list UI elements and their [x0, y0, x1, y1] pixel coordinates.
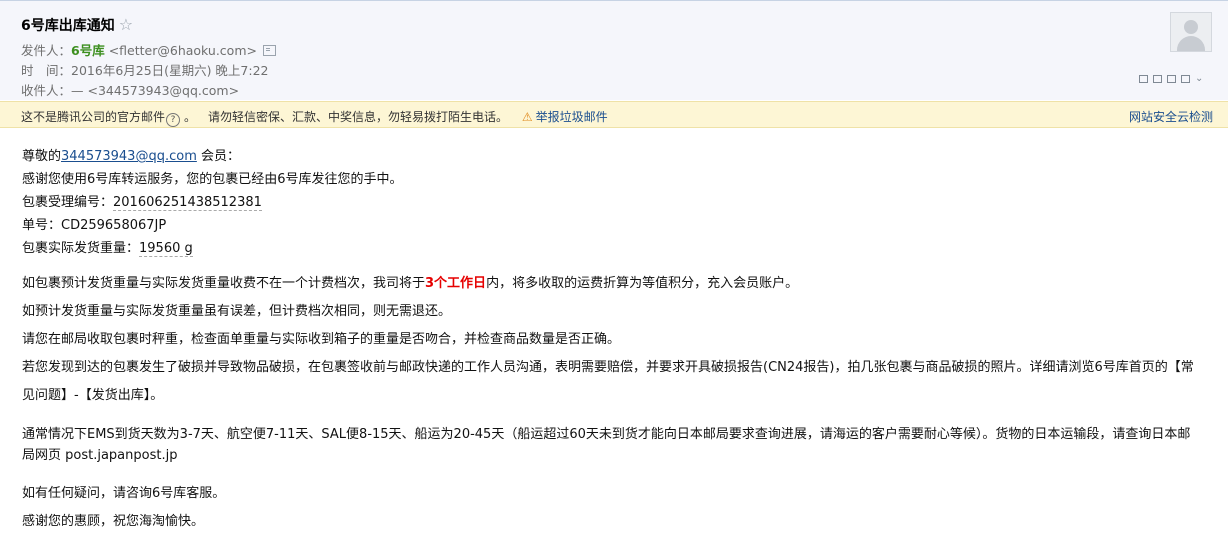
avatar-head — [1184, 20, 1198, 34]
report-spam-link[interactable]: ⚠ 举报垃圾邮件 — [522, 110, 608, 124]
fullscreen-icon[interactable] — [1153, 75, 1162, 83]
avatar-icon[interactable] — [1170, 12, 1212, 52]
accept-label: 包裹受理编号： — [22, 195, 114, 210]
closing-line: 感谢您的惠顾，祝您海淘愉快。 — [22, 514, 205, 529]
time-label: 时 间： — [21, 63, 72, 78]
accept-number-line: 包裹受理编号：201606251438512381 — [22, 191, 1202, 214]
subject-text: 6号库出库通知 — [21, 18, 115, 34]
weight-value: 19560 g — [139, 241, 193, 257]
security-warning-bar: 这不是腾讯公司的官方邮件?。请勿轻信密保、汇款、中奖信息，勿轻易拨打陌生电话。 … — [0, 101, 1228, 128]
to-label: 收件人： — [21, 83, 72, 98]
print-icon[interactable] — [1181, 75, 1190, 83]
damage-report-paragraph: 若您发现到达的包裹发生了破损并导致物品破损，在包裹签收前与邮政快递的工作人员沟通… — [22, 360, 1194, 403]
to-row: 收件人：— <344573943@qq.com> — [21, 80, 239, 99]
mail-body: 尊敬的344573943@qq.com 会员： 感谢您使用6号库转运服务，您的包… — [22, 145, 1202, 536]
thanks-line: 感谢您使用6号库转运服务，您的包裹已经由6号库发往您的手中。 — [22, 172, 403, 187]
accept-number: 201606251438512381 — [113, 195, 262, 211]
warning-text: 这不是腾讯公司的官方邮件 — [21, 110, 166, 124]
contact-card-icon[interactable] — [262, 45, 276, 56]
warning-text-row: 这不是腾讯公司的官方邮件?。请勿轻信密保、汇款、中奖信息，勿轻易拨打陌生电话。 … — [21, 110, 608, 127]
avatar-body — [1177, 36, 1205, 51]
same-tier-line: 如预计发货重量与实际发货重量虽有误差，但计费档次相同，则无需退还。 — [22, 304, 452, 319]
weight-label: 包裹实际发货重量： — [22, 241, 140, 256]
from-label: 发件人： — [21, 43, 72, 58]
tracking-label: 单号： — [22, 218, 62, 233]
header-toolbar: ⌄ — [1139, 74, 1203, 84]
weigh-check-line: 请您在邮局收取包裹时秤重，检查面单重量与实际收到箱子的重量是否吻合，并检查商品数… — [22, 332, 621, 347]
new-window-icon[interactable] — [1139, 75, 1148, 83]
from-row: 发件人：6号库 <fletter@6haoku.com> — [21, 40, 276, 59]
greeting: 尊敬的344573943@qq.com 会员： — [22, 145, 1202, 168]
tracking-number: CD259658067JP — [61, 218, 167, 233]
weight-line: 包裹实际发货重量：19560 g — [22, 237, 1202, 260]
sender-email[interactable]: <fletter@6haoku.com> — [109, 43, 257, 58]
recipient[interactable]: — <344573943@qq.com> — [71, 83, 239, 98]
cloud-check-link[interactable]: 网站安全云检测 — [1129, 108, 1213, 125]
report-icon: ⚠ — [521, 110, 533, 124]
question-icon[interactable]: ? — [166, 113, 181, 127]
greeting-suffix: 会员： — [196, 149, 240, 164]
p1-text-b: 内，将多收取的运费折算为等值积分，充入会员账户。 — [486, 276, 799, 291]
contact-line: 如有任何疑问，请咨询6号库客服。 — [22, 486, 226, 501]
shipping-time-paragraph: 通常情况下EMS到货天数为3-7天、航空便7-11天、SAL便8-15天、船运为… — [22, 427, 1191, 463]
sender-name[interactable]: 6号库 — [71, 43, 105, 58]
copy-icon[interactable] — [1167, 75, 1176, 83]
p1-text-a: 如包裹预计发货重量与实际发货重量收费不在一个计费档次，我司将于 — [22, 276, 426, 291]
mail-subject: 6号库出库通知 ☆ — [21, 15, 133, 35]
p1-emphasis: 3个工作日 — [425, 276, 487, 291]
tracking-line: 单号：CD259658067JP — [22, 214, 1202, 237]
time-row: 时 间：2016年6月25日(星期六) 晚上7:22 — [21, 60, 268, 79]
chevron-down-icon[interactable]: ⌄ — [1195, 74, 1203, 84]
greeting-prefix: 尊敬的 — [22, 149, 62, 164]
member-email-link[interactable]: 344573943@qq.com — [61, 149, 197, 164]
time-value: 2016年6月25日(星期六) 晚上7:22 — [71, 63, 269, 78]
star-icon[interactable]: ☆ — [119, 15, 133, 34]
report-label: 举报垃圾邮件 — [535, 110, 608, 124]
warning-tip: 请勿轻信密保、汇款、中奖信息，勿轻易拨打陌生电话。 — [208, 110, 509, 124]
mail-header: 6号库出库通知 ☆ 发件人：6号库 <fletter@6haoku.com> 时 … — [0, 0, 1228, 100]
refund-policy-line: 如包裹预计发货重量与实际发货重量收费不在一个计费档次，我司将于3个工作日内，将多… — [22, 270, 1202, 298]
